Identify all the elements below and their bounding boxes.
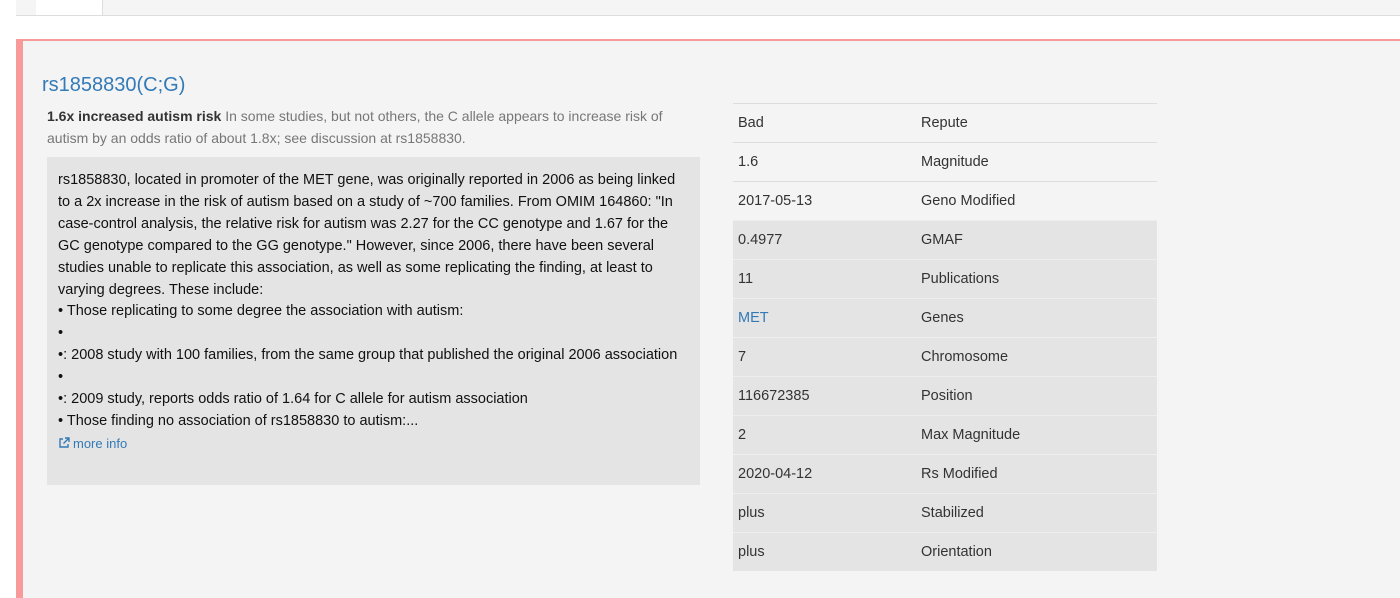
- fact-value: 11: [733, 259, 916, 299]
- more-info-link[interactable]: more info: [58, 435, 127, 453]
- fact-label: Max Magnitude: [916, 415, 1157, 455]
- details-bullet: •: [58, 369, 64, 386]
- fact-value: plus: [733, 532, 916, 571]
- fact-value: Bad: [733, 103, 916, 143]
- fact-label: Rs Modified: [916, 454, 1157, 494]
- fact-value: 2: [733, 415, 916, 455]
- fact-label: Orientation: [916, 532, 1157, 571]
- fact-row: 0.4977 GMAF: [733, 220, 1157, 260]
- fact-label: Stabilized: [916, 493, 1157, 533]
- details-bullet: •: 2009 study, reports odds ratio of 1.6…: [58, 391, 528, 408]
- details-panel: rs1858830, located in promoter of the ME…: [47, 157, 700, 485]
- fact-value: MET: [733, 298, 916, 338]
- fact-label: Position: [916, 376, 1157, 416]
- fact-row: MET Genes: [733, 298, 1157, 338]
- fact-label: Geno Modified: [916, 181, 1157, 221]
- fact-label: Chromosome: [916, 337, 1157, 377]
- fact-label: Repute: [916, 103, 1157, 143]
- fact-label: Genes: [916, 298, 1157, 338]
- fact-row: 2020-04-12 Rs Modified: [733, 454, 1157, 494]
- details-bullet: •: [58, 325, 64, 342]
- fact-row: plus Orientation: [733, 532, 1157, 571]
- summary-headline: 1.6x increased autism risk: [47, 108, 222, 124]
- fact-label: GMAF: [916, 220, 1157, 260]
- fact-row: 116672385 Position: [733, 376, 1157, 416]
- fact-row: 2017-05-13 Geno Modified: [733, 181, 1157, 221]
- fact-value: 2017-05-13: [733, 181, 916, 221]
- fact-value: plus: [733, 493, 916, 533]
- fact-value: 0.4977: [733, 220, 916, 260]
- fact-label: Magnitude: [916, 142, 1157, 182]
- genotype-summary: 1.6x increased autism risk In some studi…: [47, 105, 707, 149]
- top-tab-strip: [16, 0, 1400, 16]
- fact-label: Publications: [916, 259, 1157, 299]
- details-bullet: • Those replicating to some degree the a…: [58, 303, 464, 320]
- external-link-icon: [59, 437, 70, 448]
- fact-row: 7 Chromosome: [733, 337, 1157, 377]
- details-paragraph: rs1858830, located in promoter of the ME…: [58, 172, 676, 298]
- active-tab[interactable]: [36, 0, 103, 15]
- details-bullet: • Those finding no association of rs1858…: [58, 412, 419, 429]
- gene-link[interactable]: MET: [738, 310, 769, 326]
- genotype-title-link[interactable]: rs1858830(C;G): [42, 74, 185, 97]
- fact-value: 7: [733, 337, 916, 377]
- fact-row: 11 Publications: [733, 259, 1157, 299]
- fact-row: plus Stabilized: [733, 493, 1157, 533]
- fact-row: 2 Max Magnitude: [733, 415, 1157, 455]
- genotype-card: rs1858830(C;G) 1.6x increased autism ris…: [16, 39, 1400, 598]
- fact-value: 116672385: [733, 376, 916, 416]
- fact-value: 2020-04-12: [733, 454, 916, 494]
- fact-row: 1.6 Magnitude: [733, 142, 1157, 182]
- details-bullet: •: 2008 study with 100 families, from th…: [58, 347, 678, 364]
- genotype-facts-table: Bad Repute 1.6 Magnitude 2017-05-13 Geno Modi…: [733, 103, 1157, 571]
- fact-row: Bad Repute: [733, 103, 1157, 143]
- fact-value: 1.6: [733, 142, 916, 182]
- more-info-label: more info: [73, 435, 128, 451]
